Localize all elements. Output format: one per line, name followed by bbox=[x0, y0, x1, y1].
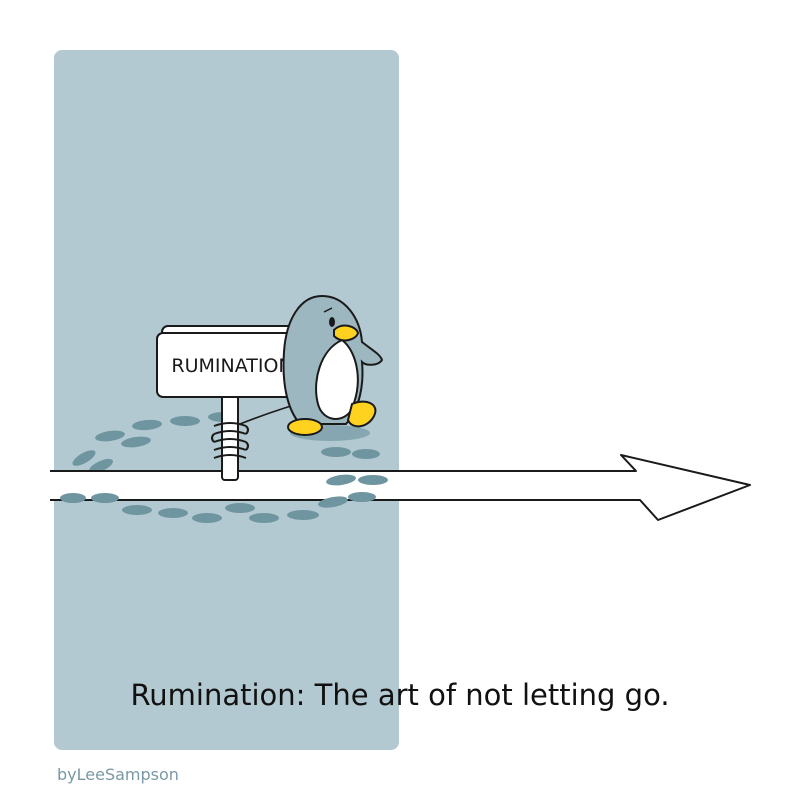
sign-post-pole bbox=[221, 387, 239, 481]
penguin-eye bbox=[329, 317, 335, 327]
sign-label: RUMINATION bbox=[171, 355, 292, 377]
comic-caption: Rumination: The art of not letting go. bbox=[130, 678, 670, 712]
penguin-beak bbox=[333, 324, 360, 342]
author-credit: byLeeSampson bbox=[57, 765, 179, 784]
penguin-foot-left bbox=[287, 418, 323, 436]
